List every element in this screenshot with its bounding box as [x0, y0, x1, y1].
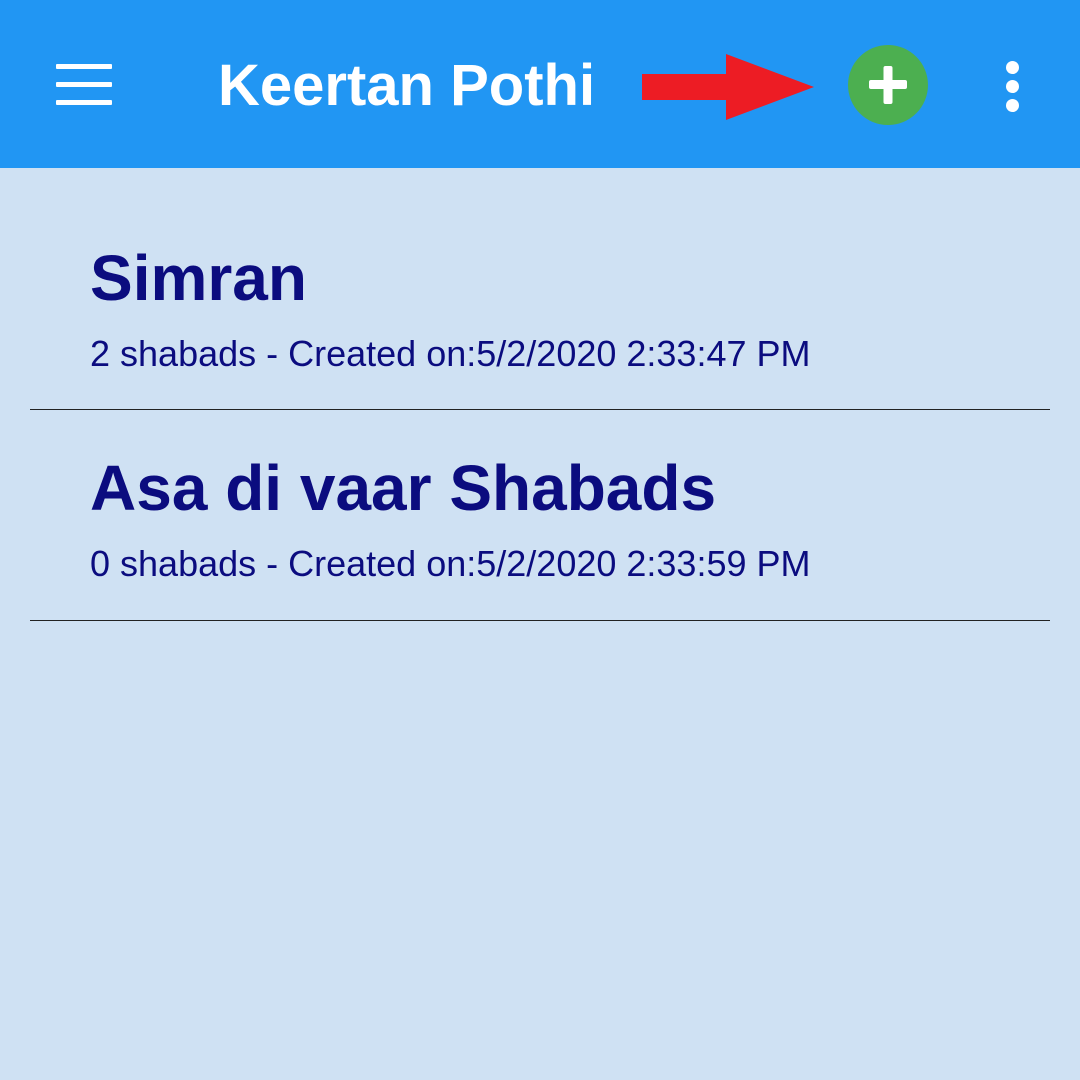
pothi-list-item[interactable]: Simran 2 shabads - Created on:5/2/2020 2… — [30, 200, 1050, 410]
pothi-name: Asa di vaar Shabads — [90, 452, 717, 524]
dot — [1006, 99, 1019, 112]
app-title: Keertan Pothi — [218, 53, 596, 118]
dot — [1006, 80, 1019, 93]
pothi-meta: 0 shabads - Created on:5/2/2020 2:33:59 … — [90, 543, 811, 584]
pothi-list-item[interactable]: Asa di vaar Shabads 0 shabads - Created … — [30, 410, 1050, 621]
hamburger-menu-icon[interactable] — [56, 64, 112, 106]
pothi-name: Simran — [90, 242, 307, 314]
pothi-list: Simran 2 shabads - Created on:5/2/2020 2… — [30, 200, 1050, 621]
app-bar: Keertan Pothi — [0, 0, 1080, 168]
dot — [1006, 61, 1019, 74]
plus-icon — [869, 66, 907, 104]
overflow-menu-button[interactable] — [996, 58, 1032, 114]
add-pothi-button[interactable] — [848, 45, 928, 125]
red-arrow-right-icon — [642, 54, 814, 120]
pothi-meta: 2 shabads - Created on:5/2/2020 2:33:47 … — [90, 333, 811, 374]
